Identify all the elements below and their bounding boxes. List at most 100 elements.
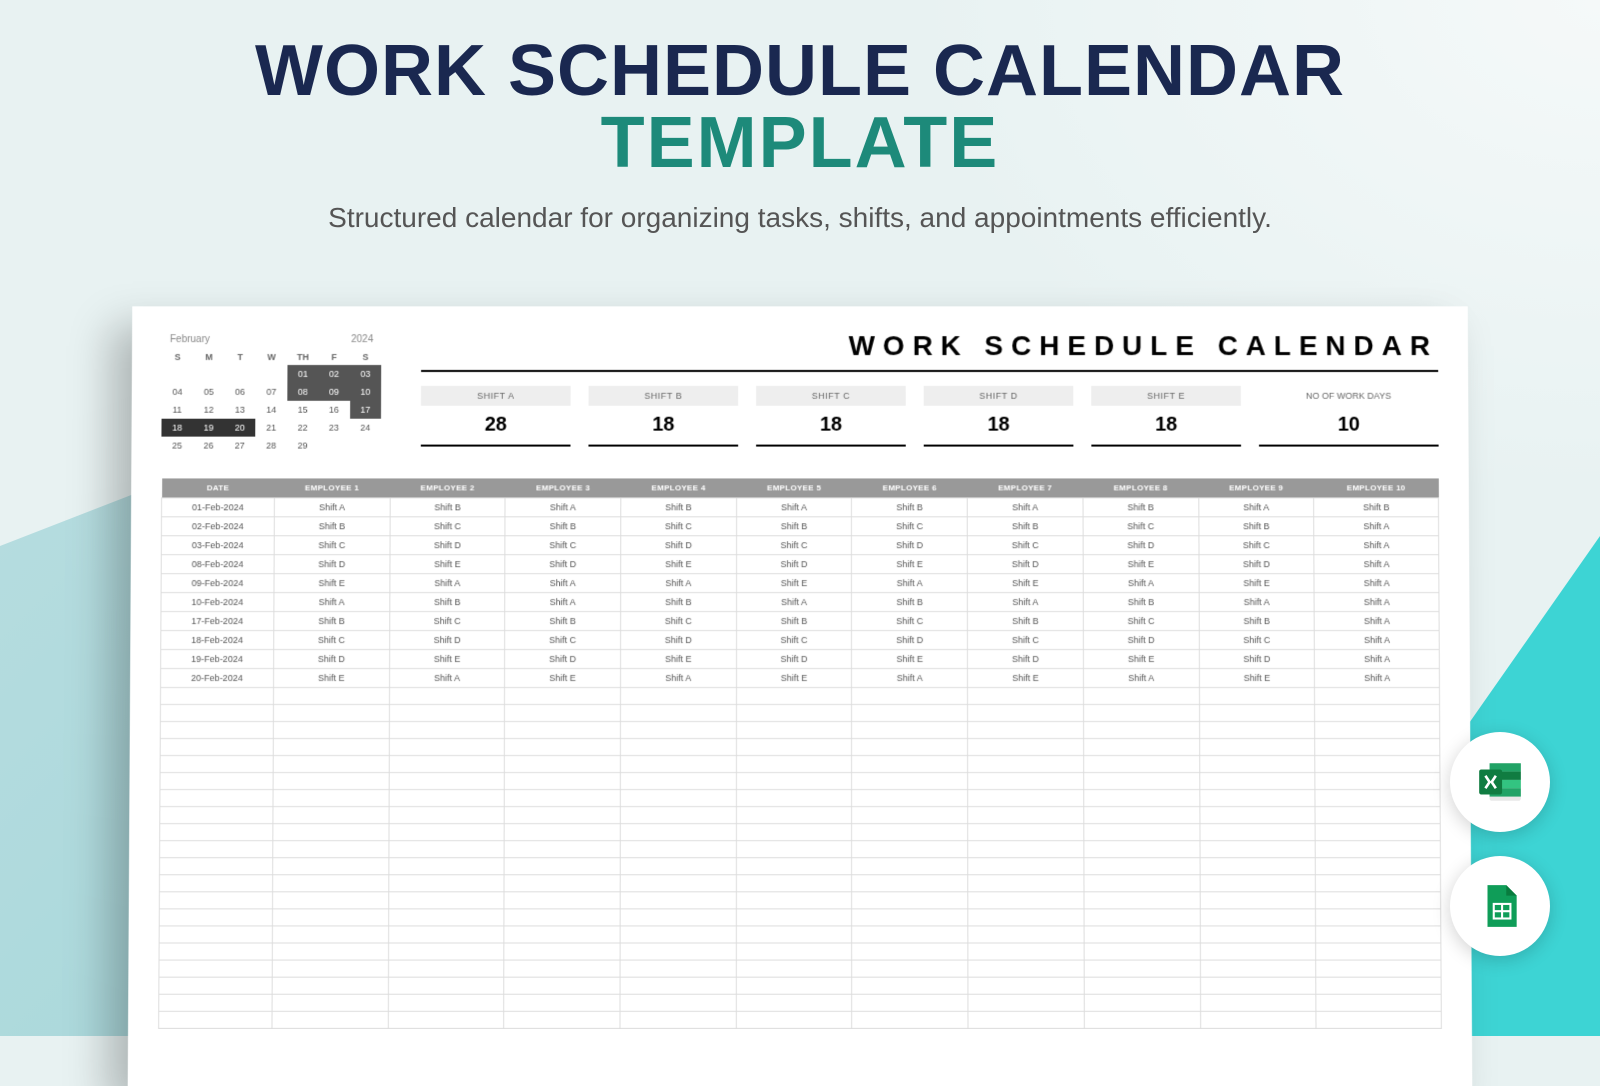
table-cell-empty (968, 858, 1084, 875)
table-cell: Shift A (1315, 612, 1440, 631)
table-cell-empty (504, 824, 620, 841)
table-cell-empty (736, 909, 852, 926)
table-cell-empty (273, 773, 389, 790)
table-cell-empty (504, 960, 620, 977)
table-cell-empty (852, 943, 968, 960)
table-cell: Shift C (621, 612, 737, 631)
table-header: DATE (162, 478, 275, 497)
table-cell-empty (505, 688, 621, 705)
table-cell-empty (736, 875, 852, 892)
table-cell: Shift C (390, 517, 506, 536)
table-cell: Shift B (389, 593, 505, 612)
table-cell-empty (620, 960, 736, 977)
table-cell-empty (273, 807, 389, 824)
excel-badge[interactable] (1450, 732, 1550, 832)
table-cell-empty (504, 943, 620, 960)
table-row-empty (159, 943, 1441, 960)
table-cell-empty (852, 688, 968, 705)
table-cell-empty (504, 1011, 620, 1028)
mini-cal-day (224, 365, 255, 383)
table-cell-empty (620, 739, 736, 756)
table-header: EMPLOYEE 9 (1198, 478, 1314, 497)
table-cell-empty (1200, 909, 1316, 926)
table-cell: Shift A (1314, 555, 1439, 574)
table-cell: Shift D (1199, 650, 1315, 669)
table-cell: Shift D (852, 631, 968, 650)
table-row-empty (159, 926, 1441, 943)
table-cell: Shift C (1199, 631, 1315, 650)
table-cell-empty (736, 943, 852, 960)
table-cell-empty (504, 807, 620, 824)
mini-cal-day: 05 (193, 383, 224, 401)
table-cell-empty (160, 790, 273, 807)
table-cell-empty (159, 875, 272, 892)
table-cell: Shift E (389, 650, 505, 669)
mini-cal-day (350, 437, 381, 455)
table-cell-empty (1315, 704, 1440, 721)
table-cell: Shift A (620, 669, 736, 688)
table-cell: Shift A (1315, 669, 1440, 688)
table-cell-empty (273, 824, 389, 841)
table-cell-empty (968, 926, 1084, 943)
mini-cal-day: 08 (287, 383, 318, 401)
table-cell-empty (1200, 824, 1316, 841)
table-cell-empty (736, 824, 852, 841)
table-cell: Shift E (968, 669, 1084, 688)
table-cell-empty (273, 739, 389, 756)
table-cell-empty (388, 994, 504, 1011)
table-cell-empty (388, 858, 504, 875)
table-cell-empty (388, 824, 504, 841)
table-cell-empty (159, 909, 272, 926)
table-cell: Shift E (273, 669, 389, 688)
table-cell-empty (968, 1011, 1084, 1028)
table-cell-empty (1199, 790, 1315, 807)
table-cell-empty (968, 704, 1084, 721)
table-cell-empty (272, 892, 388, 909)
table-cell-empty (273, 756, 389, 773)
table-cell-empty (159, 943, 272, 960)
table-cell-empty (1200, 926, 1316, 943)
table-cell-empty (505, 722, 621, 739)
table-cell: Shift E (968, 574, 1084, 593)
table-cell: Shift E (1199, 574, 1315, 593)
mini-cal-day-header: F (319, 349, 350, 365)
table-cell: Shift C (736, 631, 852, 650)
table-cell-empty (1084, 790, 1200, 807)
table-cell: Shift B (967, 517, 1083, 536)
shift-value: 18 (756, 406, 906, 447)
table-cell-empty (1199, 756, 1315, 773)
table-header: EMPLOYEE 7 (967, 478, 1083, 497)
table-cell-empty (1316, 892, 1441, 909)
table-cell: Shift B (968, 612, 1084, 631)
mini-cal-day-header: W (256, 349, 287, 365)
table-cell-empty (160, 841, 273, 858)
table-cell: Shift E (852, 650, 968, 669)
shift-label: SHIFT A (421, 386, 571, 406)
table-cell-empty (968, 739, 1084, 756)
table-header: EMPLOYEE 10 (1314, 478, 1438, 497)
mini-cal-day: 04 (162, 383, 193, 401)
table-cell: Shift B (1199, 517, 1315, 536)
shift-value: 18 (1091, 406, 1241, 447)
table-cell-empty (620, 807, 736, 824)
mini-cal-day: 29 (287, 437, 318, 455)
table-cell: Shift B (736, 517, 852, 536)
table-cell-empty (620, 1011, 736, 1028)
table-row: 10-Feb-2024Shift AShift BShift AShift BS… (161, 593, 1439, 612)
table-cell: Shift D (389, 631, 505, 650)
sheets-badge[interactable] (1450, 856, 1550, 956)
table-cell-empty (1316, 841, 1441, 858)
table-cell-empty (160, 704, 273, 721)
table-cell-empty (852, 909, 968, 926)
table-cell-empty (852, 977, 968, 994)
table-cell-empty (1084, 1011, 1200, 1028)
table-cell-empty (273, 790, 389, 807)
mini-cal-year: 2024 (351, 334, 373, 345)
table-cell-empty (389, 739, 505, 756)
table-cell: Shift A (505, 574, 621, 593)
table-cell: 17-Feb-2024 (161, 612, 274, 631)
table-cell: Shift B (1199, 612, 1315, 631)
table-cell-empty (388, 909, 504, 926)
table-cell: Shift D (273, 650, 389, 669)
table-cell-empty (736, 1011, 852, 1028)
